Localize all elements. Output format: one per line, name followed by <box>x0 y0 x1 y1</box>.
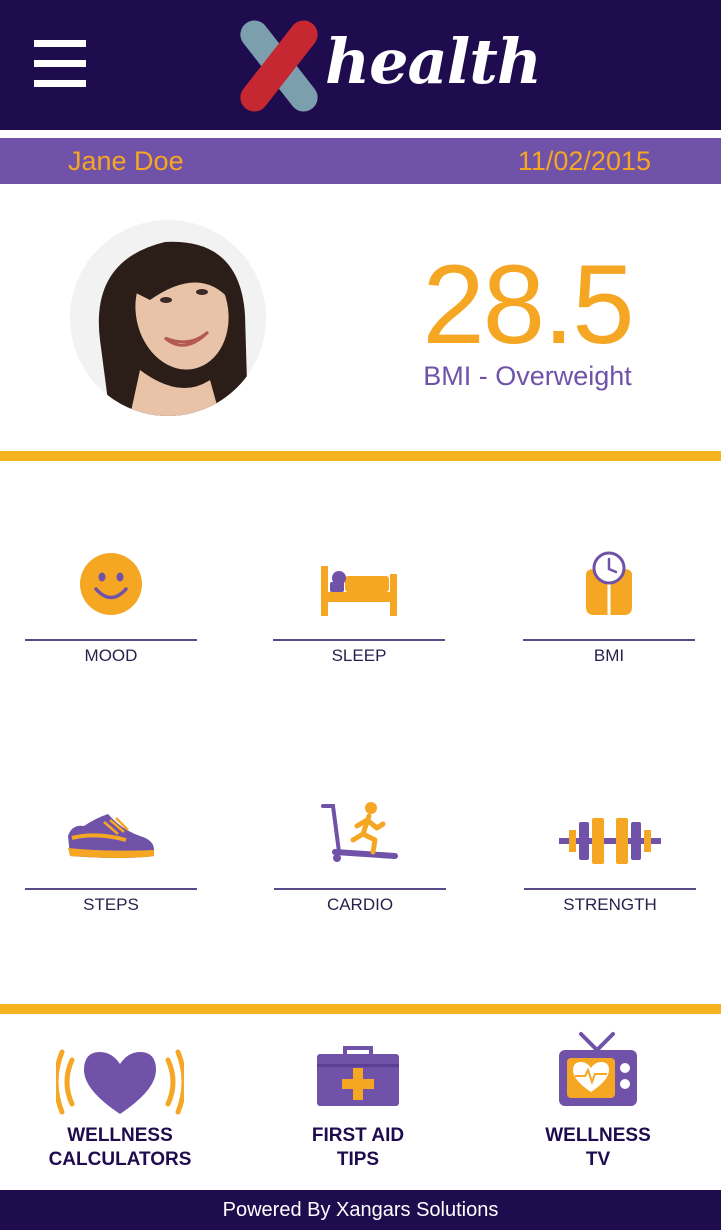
user-bar: Jane Doe 11/02/2015 <box>0 138 721 184</box>
app-logo: health <box>230 18 542 113</box>
tile-underline <box>274 888 446 890</box>
footer-credit: Powered By Xangars Solutions <box>0 1190 721 1230</box>
tile-sleep[interactable]: SLEEP <box>273 550 445 680</box>
first-aid-kit-icon <box>317 1046 399 1106</box>
tile-label-bmi: BMI <box>593 646 625 665</box>
tile-label-cardio: CARDIO <box>326 895 394 914</box>
treadmill-icon <box>321 802 398 862</box>
tile-steps[interactable]: STEPS <box>25 800 197 930</box>
first-aid-tips-line1: FIRST AID <box>311 1125 405 1146</box>
scale-icon <box>586 551 632 615</box>
wellness-calculators-button[interactable]: WELLNESS CALCULATORS <box>10 1030 230 1180</box>
hamburger-menu-icon[interactable] <box>34 40 86 90</box>
logo-x-mark-icon <box>240 20 318 112</box>
wellness-tv-line2: TV <box>585 1149 611 1170</box>
tile-mood[interactable]: MOOD <box>25 550 197 680</box>
tile-label-strength: STRENGTH <box>563 895 657 914</box>
bmi-status-label: BMI - Overweight <box>423 361 632 391</box>
wellness-calculators-line1: WELLNESS <box>67 1125 173 1146</box>
app-header: health <box>0 0 721 130</box>
tile-underline <box>25 639 197 641</box>
section-divider-top <box>0 451 721 461</box>
wellness-calculators-line2: CALCULATORS <box>48 1149 192 1170</box>
tile-underline <box>273 639 445 641</box>
dumbbell-icon <box>559 818 661 864</box>
tile-label-steps: STEPS <box>83 895 139 914</box>
tile-cardio[interactable]: CARDIO <box>274 800 446 930</box>
heart-icon <box>56 1049 184 1115</box>
tv-icon <box>559 1032 637 1106</box>
tile-bmi[interactable]: BMI <box>523 550 695 680</box>
tile-label-sleep: SLEEP <box>331 646 387 665</box>
bmi-value: 28.5 <box>422 242 635 367</box>
logo-text: health <box>325 25 542 98</box>
tile-underline <box>523 639 695 641</box>
bed-icon <box>321 566 397 616</box>
user-name: Jane Doe <box>68 146 184 176</box>
current-date: 11/02/2015 <box>517 146 651 176</box>
first-aid-tips-line2: TIPS <box>336 1149 380 1170</box>
tile-strength[interactable]: STRENGTH <box>524 800 696 930</box>
wellness-tv-button[interactable]: WELLNESS TV <box>488 1030 708 1180</box>
avatar[interactable] <box>70 220 266 416</box>
section-divider-bottom <box>0 1004 721 1014</box>
shoe-icon <box>68 814 154 858</box>
tile-underline <box>25 888 197 890</box>
first-aid-tips-button[interactable]: FIRST AID TIPS <box>248 1030 468 1180</box>
tile-underline <box>524 888 696 890</box>
smiley-icon <box>80 553 142 615</box>
tile-label-mood: MOOD <box>84 646 138 665</box>
wellness-tv-line1: WELLNESS <box>545 1125 651 1146</box>
